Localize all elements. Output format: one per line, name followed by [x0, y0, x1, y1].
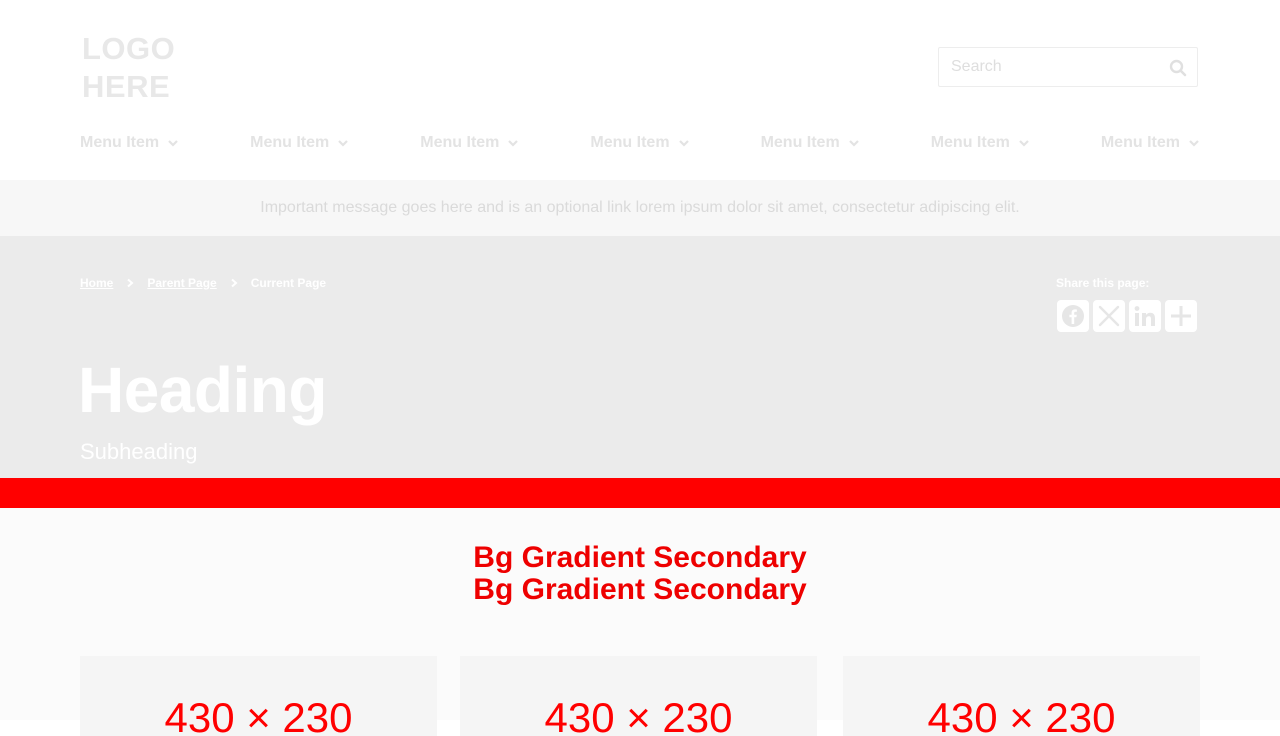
card-placeholder-1[interactable]: 430 × 230: [80, 656, 437, 736]
card-placeholder-2[interactable]: 430 × 230: [460, 656, 817, 736]
share-x-button[interactable]: [1093, 300, 1125, 332]
breadcrumb-current: Current Page: [250, 276, 327, 290]
chevron-down-icon: [678, 140, 689, 147]
x-icon: [1098, 305, 1120, 327]
chevron-down-icon: [508, 140, 519, 147]
menu-item-5[interactable]: Menu Item: [761, 130, 860, 156]
page-heading: Heading: [78, 354, 327, 426]
site-header: LOGO HERE Menu Item Menu Item Menu Item …: [0, 0, 1280, 180]
chevron-right-icon: [127, 278, 134, 288]
share-linkedin-button[interactable]: [1129, 300, 1161, 332]
share-label: Share this page:: [1056, 276, 1150, 290]
menu-item-label: Menu Item: [760, 134, 840, 151]
chevron-down-icon: [338, 140, 349, 147]
page-subheading: Subheading: [80, 439, 198, 464]
menu-item-1[interactable]: Menu Item: [80, 130, 179, 156]
share-buttons: [1057, 300, 1197, 332]
breadcrumb-parent[interactable]: Parent Page: [147, 276, 216, 290]
search-button[interactable]: [1169, 59, 1187, 77]
chevron-down-icon: [168, 140, 178, 147]
breadcrumb-home[interactable]: Home: [80, 276, 113, 290]
chevron-down-icon: [1019, 140, 1029, 147]
menu-item-label: Menu Item: [1100, 134, 1180, 151]
chevron-right-icon: [231, 278, 238, 288]
section-title-line-1: Bg Gradient Secondary: [473, 541, 807, 574]
card-image-label: 430 × 230: [927, 694, 1116, 736]
menu-item-label: Menu Item: [80, 134, 160, 151]
facebook-icon: [1062, 305, 1084, 327]
message-text[interactable]: Important message goes here and is an op…: [0, 180, 1280, 236]
menu-item-label: Menu Item: [250, 134, 330, 151]
menu-item-2[interactable]: Menu Item: [250, 130, 349, 156]
card-row: 430 × 230 430 × 230 430 × 230: [80, 656, 1200, 736]
chevron-down-icon: [848, 140, 859, 147]
logo[interactable]: LOGO HERE: [82, 30, 202, 106]
linkedin-icon: [1134, 306, 1155, 326]
search-box: [938, 47, 1198, 87]
card-placeholder-3[interactable]: 430 × 230: [843, 656, 1200, 736]
message-bar: Important message goes here and is an op…: [0, 180, 1280, 236]
menu-item-3[interactable]: Menu Item: [420, 130, 519, 156]
logo-line-2: HERE: [82, 69, 171, 104]
gradient-section: Bg Gradient Secondary Bg Gradient Second…: [0, 508, 1280, 736]
share-more-button[interactable]: [1165, 300, 1197, 332]
search-icon: [1169, 59, 1187, 77]
menu-item-4[interactable]: Menu Item: [590, 130, 689, 156]
share-facebook-button[interactable]: [1057, 300, 1089, 332]
logo-line-1: LOGO: [82, 31, 176, 66]
menu-item-6[interactable]: Menu Item: [931, 130, 1030, 156]
chevron-down-icon: [1189, 140, 1199, 147]
accent-stripe: [0, 478, 1280, 508]
menu-item-label: Menu Item: [930, 134, 1010, 151]
menu-item-7[interactable]: Menu Item: [1101, 130, 1200, 156]
main-menu: Menu Item Menu Item Menu Item Menu Item …: [80, 130, 1200, 156]
card-image-label: 430 × 230: [164, 694, 353, 736]
card-image-label: 430 × 230: [544, 694, 733, 736]
search-input[interactable]: [939, 48, 1176, 86]
hero-banner: Home Parent Page Current Page Share this…: [0, 236, 1280, 478]
section-title-line-2: Bg Gradient Secondary: [473, 573, 807, 606]
section-title: Bg Gradient Secondary Bg Gradient Second…: [0, 542, 1280, 606]
menu-item-label: Menu Item: [590, 134, 670, 151]
plus-icon: [1171, 306, 1191, 326]
menu-item-label: Menu Item: [420, 134, 500, 151]
breadcrumb: Home Parent Page Current Page: [80, 276, 326, 290]
